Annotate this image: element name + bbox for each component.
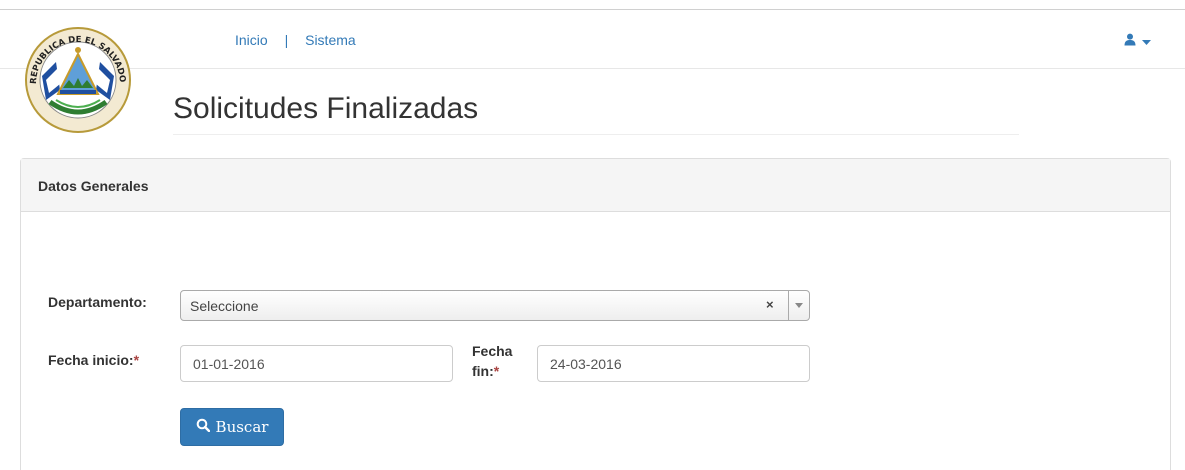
title-divider [173,134,1019,135]
fecha-inicio-label: Fecha inicio:* [48,352,139,368]
required-mark: * [493,363,500,379]
buscar-button-label: Buscar [215,418,269,436]
select-arrow-icon[interactable] [788,291,809,320]
user-menu-dropdown[interactable] [1124,33,1160,51]
departamento-label: Departamento: [48,294,147,310]
user-icon [1124,33,1136,51]
panel-heading: Datos Generales [21,159,1170,212]
clear-selection-icon[interactable]: × [766,297,774,312]
departamento-selected-value: Seleccione [190,298,259,314]
coat-of-arms-logo: REPUBLICA DE EL SALVADOR EN LA AMERICA C… [12,11,140,136]
nav-separator: | [284,32,289,48]
fecha-inicio-input[interactable] [180,345,453,382]
page: Inicio | Sistema REPUBLICA DE EL SALVADO… [0,0,1185,470]
required-mark: * [133,352,140,368]
fecha-fin-label-line1: Fecha [472,343,513,359]
fecha-fin-label: Fecha fin:* [472,341,512,381]
caret-down-icon [1142,33,1151,51]
page-title: Solicitudes Finalizadas [173,92,479,125]
fecha-inicio-label-text: Fecha inicio: [48,352,134,368]
nav-link-sistema[interactable]: Sistema [305,32,356,48]
buscar-button[interactable]: Buscar [180,408,284,446]
departamento-select[interactable]: Seleccione × [180,290,810,321]
fecha-fin-label-line2: fin: [472,363,494,379]
navbar: Inicio | Sistema [0,10,1185,69]
nav-link-inicio[interactable]: Inicio [235,32,268,48]
fecha-fin-input[interactable] [537,345,810,382]
nav-links: Inicio | Sistema [235,32,356,48]
search-icon [196,418,210,436]
